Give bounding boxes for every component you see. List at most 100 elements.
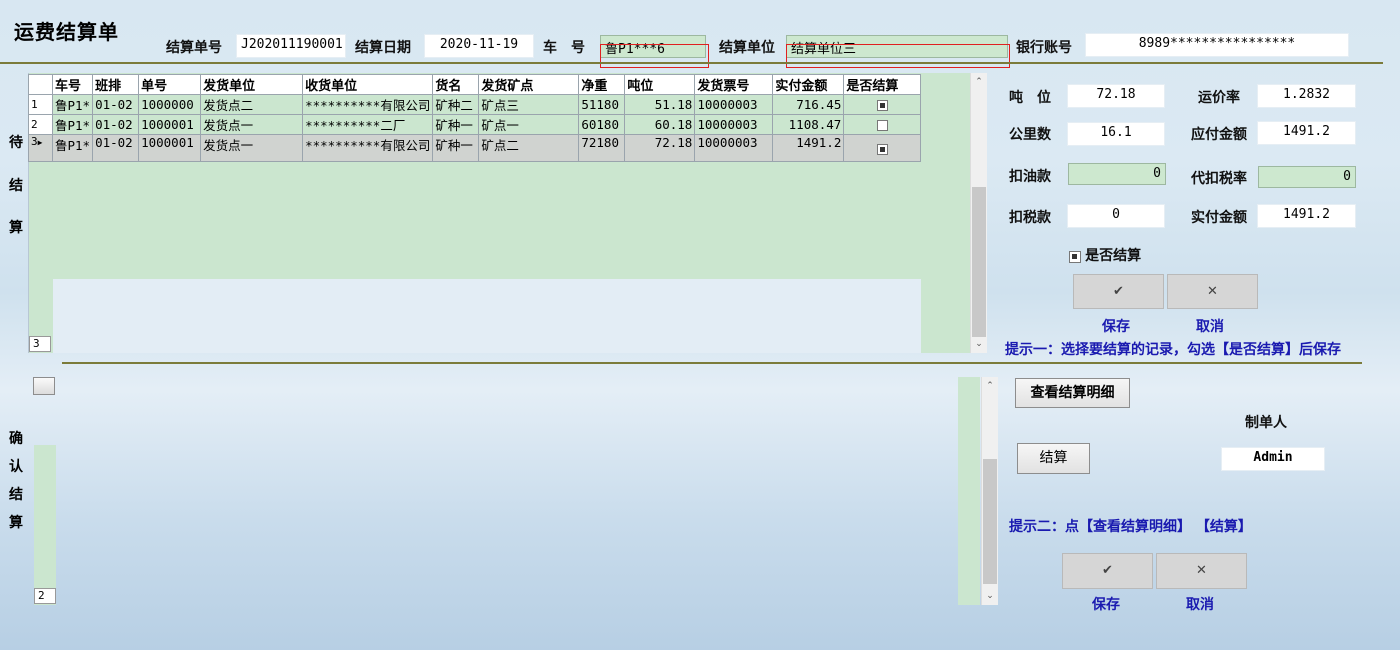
cell-shift[interactable]: 01-02 (92, 94, 140, 115)
cell-no[interactable]: 1000001 (138, 134, 202, 162)
col-header[interactable]: 吨位 (624, 74, 696, 95)
tax-field[interactable]: 0 (1067, 204, 1165, 228)
scroll-thumb[interactable] (972, 187, 986, 337)
settled-checkbox[interactable] (876, 143, 888, 155)
confirm-row-count: 2 (34, 588, 56, 604)
cell-receiver[interactable]: **********有限公司 (302, 134, 434, 162)
cancel-button[interactable]: ✕ (1167, 274, 1258, 309)
payable-field[interactable]: 1491.2 (1257, 121, 1356, 145)
cell-goods[interactable]: 矿种一 (432, 134, 480, 162)
settle-date-field[interactable]: 2020-11-19 (424, 34, 534, 58)
view-detail-button[interactable]: 查看结算明细 (1015, 378, 1130, 408)
cell-ticket[interactable]: 10000003 (694, 134, 774, 162)
payable-label: 应付金额 (1191, 127, 1247, 143)
settle-date-label: 结算日期 (355, 40, 411, 56)
col-header[interactable]: 车号 (51, 74, 94, 95)
cell-pay[interactable]: 1108.47 (772, 114, 845, 135)
save-label[interactable]: 保存 (1102, 316, 1130, 336)
divider-middle (62, 362, 1362, 364)
ton-field[interactable]: 72.18 (1067, 84, 1165, 108)
confirm-cancel-button[interactable]: ✕ (1156, 553, 1247, 589)
plate-highlight (600, 44, 709, 68)
cell-net[interactable]: 72180 (578, 134, 626, 162)
cell-plate[interactable]: 鲁P1* (51, 94, 94, 115)
settled-checkbox[interactable] (876, 100, 888, 111)
confirm-cancel-label[interactable]: 取消 (1186, 594, 1214, 614)
taxrate-field[interactable]: 0 (1258, 166, 1356, 188)
cell-mine[interactable]: 矿点三 (478, 94, 580, 115)
col-header[interactable]: 班排 (92, 74, 140, 95)
scroll-up-icon[interactable]: ⌃ (982, 379, 998, 393)
cell-net[interactable]: 51180 (578, 94, 626, 115)
col-header[interactable]: 发货矿点 (478, 74, 580, 95)
row-header[interactable]: 2 (28, 114, 53, 135)
cell-plate[interactable]: 鲁P1* (51, 114, 94, 135)
save-button[interactable]: ✔ (1073, 274, 1164, 309)
scroll-thumb[interactable] (983, 459, 997, 584)
cell-shift[interactable]: 01-02 (92, 114, 140, 135)
bank-field[interactable]: 8989**************** (1085, 33, 1349, 57)
row-header[interactable]: 1 (28, 94, 53, 115)
scroll-up-icon[interactable]: ⌃ (971, 75, 987, 89)
row-header[interactable]: 3▶ (28, 134, 53, 162)
cell-receiver[interactable]: **********二厂 (302, 114, 434, 135)
cancel-label[interactable]: 取消 (1196, 316, 1224, 336)
rate-field[interactable]: 1.2832 (1257, 84, 1356, 108)
scroll-down-icon[interactable]: ⌄ (982, 589, 998, 603)
settle-no-field[interactable]: J202011190001 (236, 34, 346, 58)
col-header[interactable]: 发货单位 (200, 74, 304, 95)
cell-goods[interactable]: 矿种一 (432, 114, 480, 135)
actual-field[interactable]: 1491.2 (1257, 204, 1356, 228)
cell-no[interactable]: 1000000 (138, 94, 202, 115)
confirm-save-button[interactable]: ✔ (1062, 553, 1153, 589)
table-row[interactable]: 3▶ 鲁P1* 01-02 1000001 发货点一 **********有限公… (28, 134, 922, 162)
cell-ton[interactable]: 72.18 (624, 134, 696, 162)
scroll-down-icon[interactable]: ⌄ (971, 337, 987, 351)
pending-row-count: 3 (29, 336, 51, 352)
cell-pay[interactable]: 716.45 (772, 94, 845, 115)
check-icon: ✔ (1102, 563, 1113, 578)
cell-mine[interactable]: 矿点一 (478, 114, 580, 135)
col-header[interactable]: 单号 (138, 74, 202, 95)
cell-settled[interactable] (843, 134, 922, 162)
cell-net[interactable]: 60180 (578, 114, 626, 135)
cell-sender[interactable]: 发货点一 (200, 134, 304, 162)
cell-sender[interactable]: 发货点一 (200, 114, 304, 135)
cell-receiver[interactable]: **********有限公司 (302, 94, 434, 115)
cell-pay[interactable]: 1491.2 (772, 134, 845, 162)
cell-ticket[interactable]: 10000003 (694, 114, 774, 135)
cell-plate[interactable]: 鲁P1* (51, 134, 94, 162)
cell-shift[interactable]: 01-02 (92, 134, 140, 162)
col-header[interactable]: 实付金额 (772, 74, 845, 95)
confirm-save-label[interactable]: 保存 (1092, 594, 1120, 614)
taxrate-label: 代扣税率 (1191, 171, 1247, 187)
settle-checkbox-row[interactable]: 是否结算 (1069, 245, 1141, 265)
pending-scrollbar[interactable]: ⌃ ⌄ (970, 73, 987, 353)
cell-mine[interactable]: 矿点二 (478, 134, 580, 162)
col-header[interactable]: 发货票号 (694, 74, 774, 95)
confirm-scrollbar[interactable]: ⌃ ⌄ (981, 377, 998, 605)
cell-settled[interactable] (843, 94, 922, 115)
oil-field[interactable]: 0 (1068, 163, 1166, 185)
cell-sender[interactable]: 发货点二 (200, 94, 304, 115)
cell-goods[interactable]: 矿种二 (432, 94, 480, 115)
settle-checkbox[interactable] (1069, 250, 1081, 263)
select-all-button[interactable] (33, 377, 55, 395)
table-row[interactable]: 2 鲁P1* 01-02 1000001 发货点一 **********二厂 矿… (28, 114, 922, 135)
cell-no[interactable]: 1000001 (138, 114, 202, 135)
settled-checkbox[interactable] (876, 120, 888, 131)
cell-ticket[interactable]: 10000003 (694, 94, 774, 115)
cell-ton[interactable]: 60.18 (624, 114, 696, 135)
close-icon: ✕ (1196, 563, 1207, 578)
maker-field[interactable]: Admin (1221, 447, 1325, 471)
table-row[interactable]: 1 鲁P1* 01-02 1000000 发货点二 **********有限公司… (28, 94, 922, 115)
col-header[interactable]: 是否结算 (843, 74, 922, 95)
col-header[interactable]: 收货单位 (302, 74, 434, 95)
pending-table: 车号 班排 单号 发货单位 收货单位 货名 发货矿点 净重 吨位 发货票号 实付… (28, 74, 922, 162)
cell-settled[interactable] (843, 114, 922, 135)
settle-button[interactable]: 结算 (1017, 443, 1090, 474)
cell-ton[interactable]: 51.18 (624, 94, 696, 115)
col-header[interactable]: 货名 (432, 74, 480, 95)
col-header[interactable]: 净重 (578, 74, 626, 95)
km-field[interactable]: 16.1 (1067, 122, 1165, 146)
